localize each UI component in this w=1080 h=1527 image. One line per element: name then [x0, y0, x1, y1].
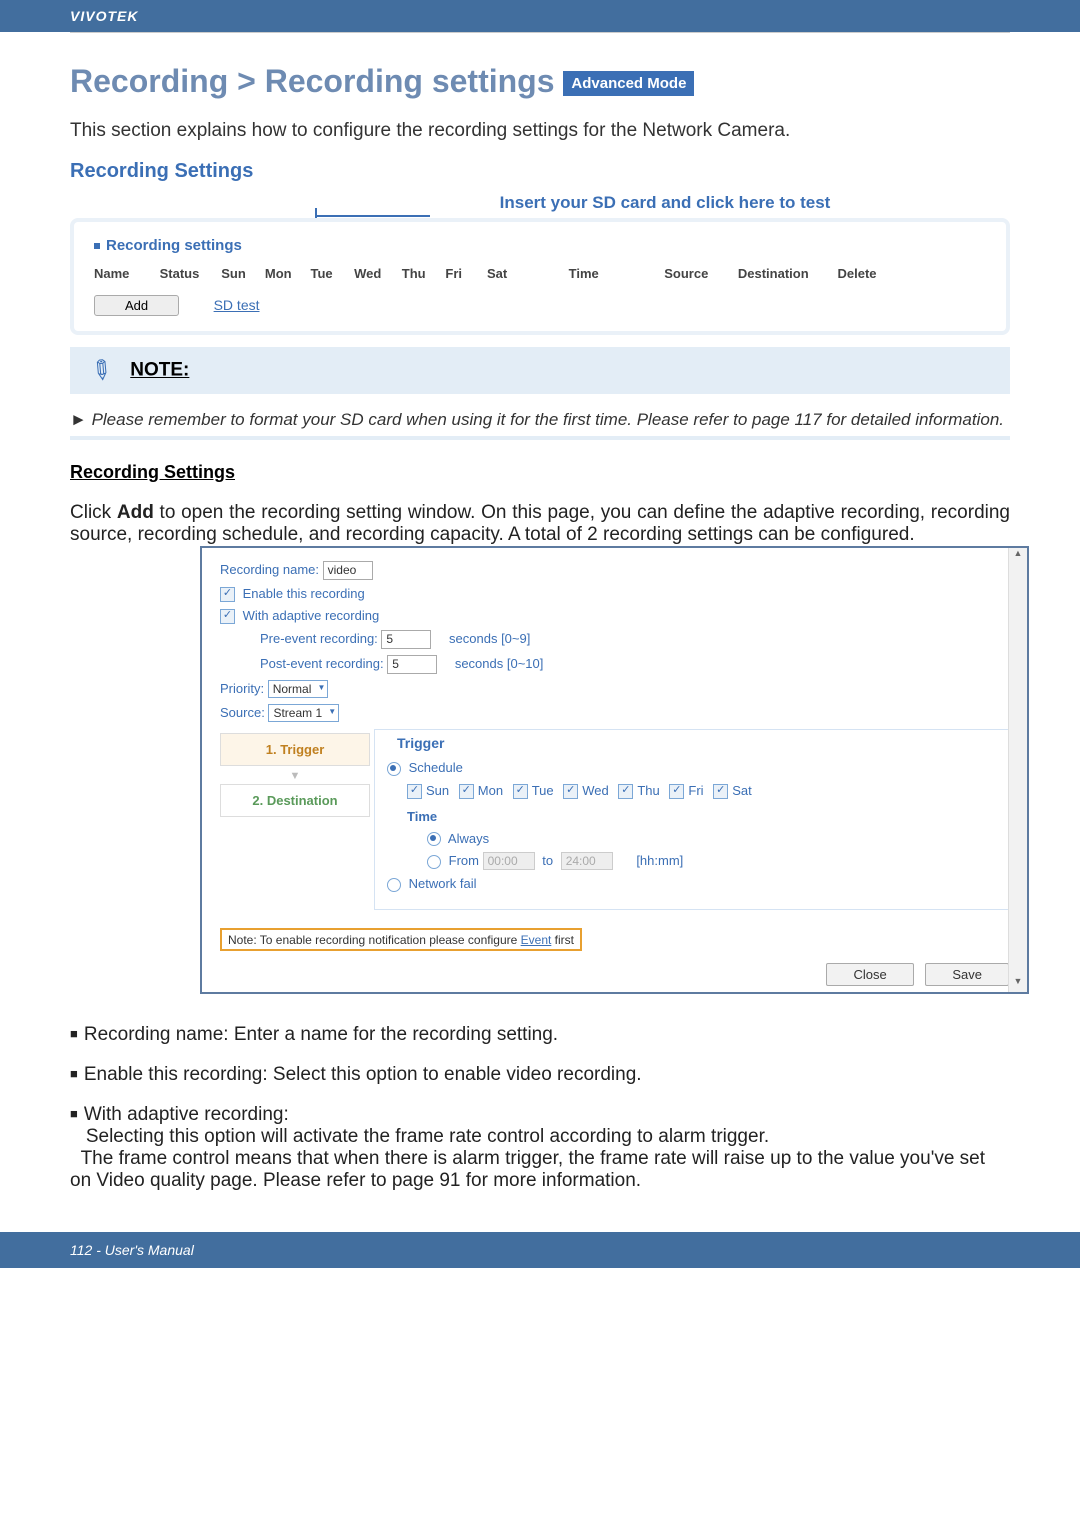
wizard-step-destination[interactable]: 2. Destination — [220, 784, 370, 817]
trigger-title: Trigger — [393, 735, 448, 751]
event-link[interactable]: Event — [521, 933, 552, 947]
callout-line — [315, 215, 430, 217]
day-fri: Fri — [688, 783, 703, 798]
col-time: Time — [569, 266, 651, 281]
col-delete: Delete — [838, 266, 877, 281]
always-label: Always — [448, 831, 489, 846]
arrow-icon: ► — [70, 410, 87, 429]
pencil-icon: ✎ — [83, 352, 120, 390]
close-button[interactable]: Close — [826, 963, 913, 986]
priority-select[interactable]: Normal — [268, 680, 329, 698]
save-button[interactable]: Save — [925, 963, 1009, 986]
note-body: Please remember to format your SD card w… — [92, 410, 1004, 429]
schedule-label: Schedule — [409, 760, 463, 775]
day-thu-checkbox[interactable]: ✓ — [618, 784, 633, 799]
hhmm-hint: [hh:mm] — [636, 853, 683, 868]
day-tue: Tue — [532, 783, 554, 798]
note-heading: NOTE: — [130, 360, 189, 381]
network-fail-label: Network fail — [409, 876, 477, 891]
note-text: ► Please remember to format your SD card… — [70, 394, 1010, 440]
source-select[interactable]: Stream 1 — [268, 704, 339, 722]
bullet-enable: ■Enable this recording: Select this opti… — [70, 1064, 1010, 1086]
adaptive-recording-label: With adaptive recording — [243, 608, 380, 623]
day-fri-checkbox[interactable]: ✓ — [669, 784, 684, 799]
note-bar: ✎ NOTE: — [70, 347, 1010, 394]
pre-event-hint: seconds [0~9] — [449, 631, 530, 646]
scrollbar[interactable]: ▲ ▼ — [1008, 548, 1027, 992]
day-sat-checkbox[interactable]: ✓ — [713, 784, 728, 799]
wizard-step-trigger[interactable]: 1. Trigger — [220, 733, 370, 766]
intro-text: This section explains how to configure t… — [70, 120, 1010, 142]
recording-name-label: Recording name: — [220, 562, 319, 577]
col-status: Status — [160, 266, 208, 281]
schedule-radio[interactable] — [387, 762, 401, 776]
section-heading: Recording Settings — [70, 160, 1010, 183]
day-mon-checkbox[interactable]: ✓ — [459, 784, 474, 799]
col-thu: Thu — [402, 266, 432, 281]
col-wed: Wed — [354, 266, 388, 281]
col-source: Source — [664, 266, 724, 281]
sd-test-link[interactable]: SD test — [214, 297, 260, 313]
day-sun: Sun — [426, 783, 449, 798]
from-radio[interactable] — [427, 855, 441, 869]
mode-badge: Advanced Mode — [563, 71, 694, 96]
col-mon: Mon — [265, 266, 297, 281]
col-sun: Sun — [221, 266, 251, 281]
insert-sd-label: Insert your SD card and click here to te… — [320, 193, 1010, 213]
col-fri: Fri — [445, 266, 473, 281]
post-event-hint: seconds [0~10] — [455, 656, 544, 671]
bullet-recording-name: ■Recording name: Enter a name for the re… — [70, 1024, 1010, 1046]
dialog-note: Note: To enable recording notification p… — [202, 922, 1027, 957]
from-time-input[interactable]: 00:00 — [483, 852, 535, 870]
page-title: Recording > Recording settings Advanced … — [70, 63, 1010, 100]
post-event-input[interactable]: 5 — [387, 655, 437, 674]
pre-event-label: Pre-event recording: — [260, 631, 378, 646]
day-tue-checkbox[interactable]: ✓ — [513, 784, 528, 799]
adaptive-recording-checkbox[interactable]: ✓ — [220, 609, 235, 624]
post-event-label: Post-event recording: — [260, 656, 384, 671]
page-footer: 112 - User's Manual — [0, 1232, 1080, 1268]
col-sat: Sat — [487, 266, 555, 281]
chevron-down-icon: ▼ — [220, 770, 370, 782]
day-mon: Mon — [478, 783, 503, 798]
day-sun-checkbox[interactable]: ✓ — [407, 784, 422, 799]
day-sat: Sat — [732, 783, 752, 798]
time-label: Time — [407, 809, 996, 824]
brand-header: VIVOTEK — [0, 0, 1080, 32]
day-thu: Thu — [637, 783, 659, 798]
to-label: to — [542, 853, 553, 868]
priority-label: Priority: — [220, 681, 264, 696]
scroll-down-icon[interactable]: ▼ — [1009, 976, 1027, 992]
breadcrumb: Recording > Recording settings — [70, 63, 555, 99]
day-wed: Wed — [582, 783, 609, 798]
pre-event-input[interactable]: 5 — [381, 630, 431, 649]
bullet-adaptive: ■With adaptive recording: Selecting this… — [70, 1104, 1010, 1192]
enable-recording-label: Enable this recording — [243, 586, 365, 601]
recording-settings-panel: Recording settings Name Status Sun Mon T… — [70, 218, 1010, 335]
recording-dialog: ▲ ▼ Recording name: video ✓ Enable this … — [200, 546, 1029, 994]
panel-title: Recording settings — [94, 237, 986, 254]
trigger-panel: Trigger Schedule ✓ Sun ✓ Mon ✓ Tue ✓ Wed ✓ Th… — [374, 729, 1009, 910]
recording-name-input[interactable]: video — [323, 561, 373, 580]
recording-settings-heading: Recording Settings — [70, 462, 1010, 483]
col-destination: Destination — [738, 266, 824, 281]
col-tue: Tue — [311, 266, 341, 281]
to-time-input[interactable]: 24:00 — [561, 852, 613, 870]
rs-paragraph: Click Add to open the recording setting … — [70, 502, 1010, 546]
table-header: Name Status Sun Mon Tue Wed Thu Fri Sat … — [94, 266, 986, 281]
source-label: Source: — [220, 705, 265, 720]
network-fail-radio[interactable] — [387, 878, 401, 892]
day-wed-checkbox[interactable]: ✓ — [563, 784, 578, 799]
from-label: From — [449, 853, 479, 868]
always-radio[interactable] — [427, 832, 441, 846]
add-button[interactable]: Add — [94, 295, 179, 316]
scroll-up-icon[interactable]: ▲ — [1009, 548, 1027, 564]
col-name: Name — [94, 266, 146, 281]
enable-recording-checkbox[interactable]: ✓ — [220, 587, 235, 602]
